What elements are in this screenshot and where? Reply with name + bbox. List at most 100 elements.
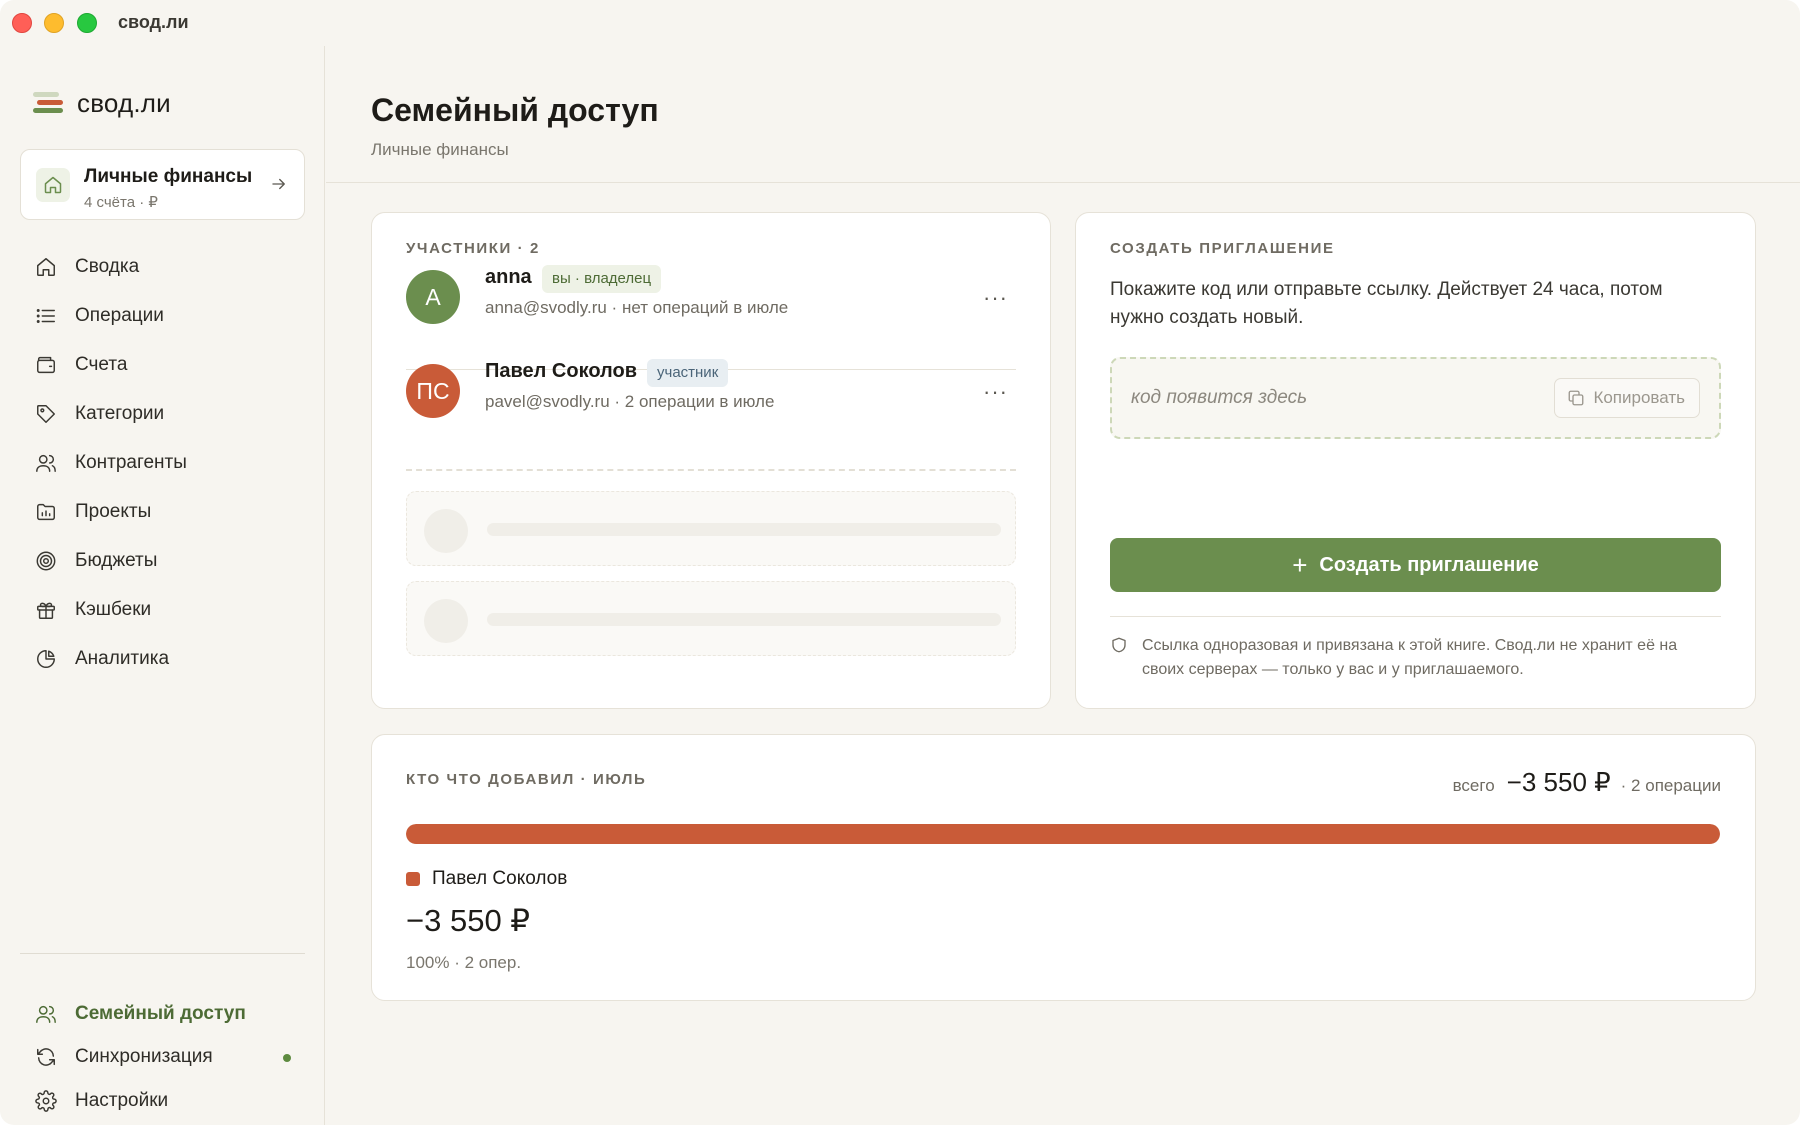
total-operations: · 2 операции (1620, 776, 1721, 795)
nav-item-cashbacks[interactable]: Кэшбеки (20, 585, 305, 634)
invite-code-placeholder: код появится здесь (1131, 387, 1308, 408)
shield-icon (1110, 636, 1128, 659)
invite-code-box: код появится здесь Копировать (1110, 357, 1721, 439)
gift-icon (34, 598, 58, 622)
nav-label: Семейный доступ (75, 1002, 246, 1024)
minimize-window-button[interactable] (44, 13, 64, 33)
main-nav: Сводка Операции Счета Категории Контраге… (20, 242, 305, 683)
list-icon (34, 304, 58, 328)
tag-icon (34, 402, 58, 426)
total-value: −3 550 ₽ (1506, 767, 1611, 797)
nav-item-accounts[interactable]: Счета (20, 340, 305, 389)
nav-item-counterparties[interactable]: Контрагенты (20, 438, 305, 487)
invite-divider (1110, 616, 1721, 617)
nav-label: Категории (75, 402, 165, 424)
contributions-card: КТО ЧТО ДОБАВИЛ · ИЮЛЬ всего −3 550 ₽ · … (371, 734, 1756, 1001)
sync-icon (34, 1045, 58, 1069)
nav-label: Синхронизация (75, 1046, 213, 1068)
nav-item-settings[interactable]: Настройки (20, 1079, 305, 1123)
member-subtitle: pavel@svodly.ru · 2 операции в июле (485, 392, 775, 411)
main-content: Семейный доступ Личные финансы УЧАСТНИКИ… (326, 46, 1800, 1125)
members-card: УЧАСТНИКИ · 2 A anna вы · владелец anna@… (371, 212, 1051, 709)
wallet-icon (34, 353, 58, 377)
nav-label: Операции (75, 304, 164, 326)
member-name: Павел Соколов (485, 360, 637, 382)
share-legend-item: Павел Соколов (406, 868, 567, 890)
book-subtitle: 4 счёта · ₽ (84, 194, 158, 211)
avatar: ПС (406, 364, 460, 418)
book-title: Личные финансы (84, 166, 253, 187)
arrow-right-icon (270, 175, 288, 198)
invite-label: СОЗДАТЬ ПРИГЛАШЕНИЕ (1110, 240, 1335, 257)
member-placeholder (406, 581, 1016, 656)
nav-label: Счета (75, 353, 128, 375)
close-window-button[interactable] (12, 13, 32, 33)
total-label: всего (1452, 776, 1495, 795)
target-icon (34, 549, 58, 573)
nav-label: Сводка (75, 255, 140, 277)
nav-label: Кэшбеки (75, 598, 152, 620)
contributions-total: всего −3 550 ₽ · 2 операции (1453, 767, 1721, 798)
member-divider (406, 469, 1016, 471)
avatar: A (406, 270, 460, 324)
brand-name: свод.ли (77, 87, 171, 118)
window-title: свод.ли (118, 12, 189, 32)
invite-card: СОЗДАТЬ ПРИГЛАШЕНИЕ Покажите код или отп… (1075, 212, 1756, 709)
zoom-window-button[interactable] (77, 13, 97, 33)
copy-button-label: Копировать (1593, 388, 1685, 407)
nav-label: Бюджеты (75, 549, 158, 571)
gear-icon (34, 1089, 58, 1113)
brand-logo-icon (33, 90, 65, 116)
member-subtitle: anna@svodly.ru · нет операций в июле (485, 298, 789, 317)
share-amount: −3 550 ₽ (406, 903, 531, 938)
nav-item-operations[interactable]: Операции (20, 291, 305, 340)
header-divider (326, 182, 1800, 183)
nav-label: Контрагенты (75, 451, 187, 473)
legend-name: Павел Соколов (432, 868, 568, 889)
member-role-badge: участник (647, 359, 729, 387)
pie-chart-icon (34, 647, 58, 671)
member-placeholder (406, 491, 1016, 566)
page-subtitle: Личные финансы (371, 140, 509, 159)
create-invite-button[interactable]: + Создать приглашение (1110, 538, 1721, 592)
copy-icon (1567, 389, 1585, 407)
invite-note-text: Ссылка одноразовая и привязана к этой кн… (1142, 637, 1678, 678)
owner-badge: вы · владелец (542, 265, 662, 293)
nav-item-categories[interactable]: Категории (20, 389, 305, 438)
folder-chart-icon (34, 500, 58, 524)
nav-item-analytics[interactable]: Аналитика (20, 634, 305, 683)
more-options-button[interactable]: ··· (983, 379, 1008, 405)
member-row: A anna вы · владелец anna@svodly.ru · не… (406, 251, 1016, 345)
secondary-nav: Семейный доступ Синхронизация Настройки (20, 992, 305, 1123)
nav-item-sync[interactable]: Синхронизация (20, 1036, 305, 1080)
copy-button[interactable]: Копировать (1554, 378, 1700, 418)
share-bar (406, 824, 1720, 844)
home-icon (34, 255, 58, 279)
book-switcher[interactable]: Личные финансы 4 счёта · ₽ (20, 149, 305, 220)
nav-item-family-access[interactable]: Семейный доступ (20, 992, 305, 1036)
sidebar-divider (20, 953, 305, 954)
invite-description: Покажите код или отправьте ссылку. Дейст… (1110, 279, 1663, 328)
share-meta: 100% · 2 опер. (406, 953, 522, 972)
page-title: Семейный доступ (371, 92, 659, 128)
home-icon (36, 168, 70, 202)
sync-status-dot (283, 1053, 291, 1062)
nav-label: Проекты (75, 500, 152, 522)
app-window: свод.ли свод.ли Личные финансы 4 счёта ·… (0, 0, 1800, 1125)
more-options-button[interactable]: ··· (983, 285, 1008, 311)
create-invite-label: Создать приглашение (1319, 553, 1539, 576)
contributions-label: КТО ЧТО ДОБАВИЛ · ИЮЛЬ (406, 771, 647, 788)
sidebar: свод.ли Личные финансы 4 счёта · ₽ Сводк… (0, 46, 325, 1125)
nav-item-budgets[interactable]: Бюджеты (20, 536, 305, 585)
member-row: ПС Павел Соколов участник pavel@svodly.r… (406, 345, 1016, 439)
share-bar-segment (406, 824, 1720, 844)
brand: свод.ли (33, 88, 171, 118)
users-icon (34, 1002, 58, 1026)
legend-swatch (406, 872, 420, 886)
plus-icon: + (1292, 550, 1308, 580)
users-icon (34, 451, 58, 475)
nav-label: Аналитика (75, 647, 170, 669)
nav-item-summary[interactable]: Сводка (20, 242, 305, 291)
titlebar: свод.ли (0, 0, 1800, 46)
nav-item-projects[interactable]: Проекты (20, 487, 305, 536)
